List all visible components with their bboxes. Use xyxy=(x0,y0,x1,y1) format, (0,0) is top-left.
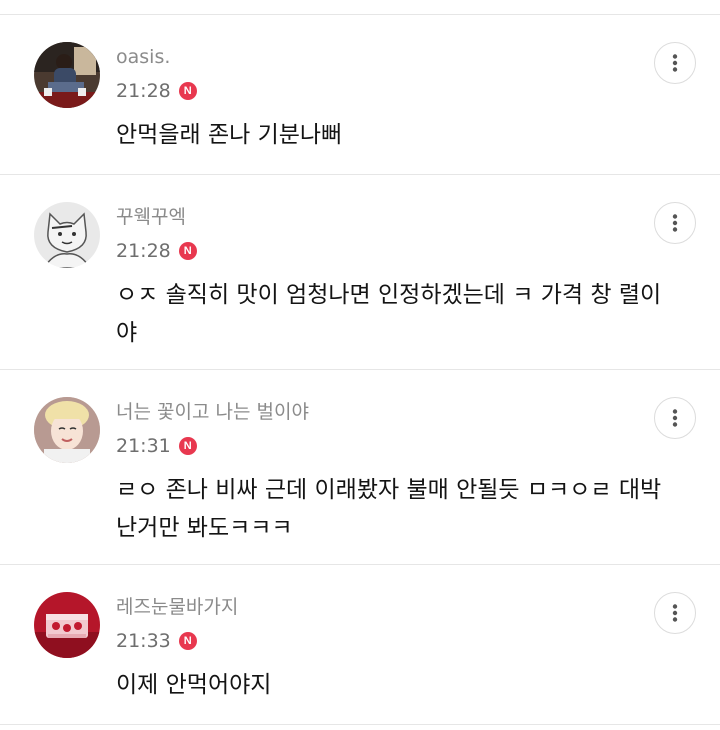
comment-item: 너는 꽃이고 나는 벌이야 21:31 N ㄹㅇ 존나 비싸 근데 이래봤자 불… xyxy=(0,397,720,565)
more-vertical-icon xyxy=(672,604,678,622)
more-vertical-icon xyxy=(672,54,678,72)
new-badge: N xyxy=(178,632,197,650)
divider xyxy=(0,564,720,565)
comment-item: 꾸웩꾸엑 21:28 N ㅇㅈ 솔직히 맛이 엄청나면 인정하겠는데 ㅋ 가격 … xyxy=(0,202,720,370)
comment-text: 이제 안먹어야지 xyxy=(116,672,272,698)
user-avatar[interactable] xyxy=(34,42,100,108)
comment-item: oasis. 21:28 N 안먹을래 존나 기분나뻐 xyxy=(0,42,720,175)
divider xyxy=(0,174,720,175)
more-vertical-icon xyxy=(672,409,678,427)
user-avatar[interactable] xyxy=(34,592,100,658)
user-avatar[interactable] xyxy=(34,397,100,463)
comment-nickname[interactable]: 레즈눈물바가지 xyxy=(116,594,238,620)
user-avatar[interactable] xyxy=(34,202,100,268)
comment-meta: 21:31 N xyxy=(116,433,197,459)
divider xyxy=(0,369,720,370)
more-options-button[interactable] xyxy=(654,202,696,244)
top-divider xyxy=(0,14,720,15)
comment-nickname[interactable]: oasis. xyxy=(116,44,170,70)
comment-meta: 21:28 N xyxy=(116,238,197,264)
more-options-button[interactable] xyxy=(654,592,696,634)
comment-time: 21:33 xyxy=(116,630,171,652)
divider xyxy=(0,724,720,725)
comment-meta: 21:28 N xyxy=(116,78,197,104)
comment-time: 21:28 xyxy=(116,240,171,262)
comment-item: 레즈눈물바가지 21:33 N 이제 안먹어야지 xyxy=(0,592,720,725)
comment-text: ㄹㅇ 존나 비싸 근데 이래봤자 불매 안될듯 ㅁㅋㅇㄹ 대박난거만 봐도ㅋㅋㅋ xyxy=(116,477,662,541)
comment-text: ㅇㅈ 솔직히 맛이 엄청나면 인정하겠는데 ㅋ 가격 창 렬이야 xyxy=(116,282,662,346)
comment-nickname[interactable]: 꾸웩꾸엑 xyxy=(116,204,186,230)
comment-time: 21:28 xyxy=(116,80,171,102)
new-badge: N xyxy=(178,82,197,100)
more-options-button[interactable] xyxy=(654,397,696,439)
new-badge: N xyxy=(178,437,197,455)
more-options-button[interactable] xyxy=(654,42,696,84)
comment-meta: 21:33 N xyxy=(116,628,197,654)
comment-nickname[interactable]: 너는 꽃이고 나는 벌이야 xyxy=(116,399,309,425)
comment-time: 21:31 xyxy=(116,435,171,457)
new-badge: N xyxy=(178,242,197,260)
more-vertical-icon xyxy=(672,214,678,232)
comment-text: 안먹을래 존나 기분나뻐 xyxy=(116,122,343,148)
